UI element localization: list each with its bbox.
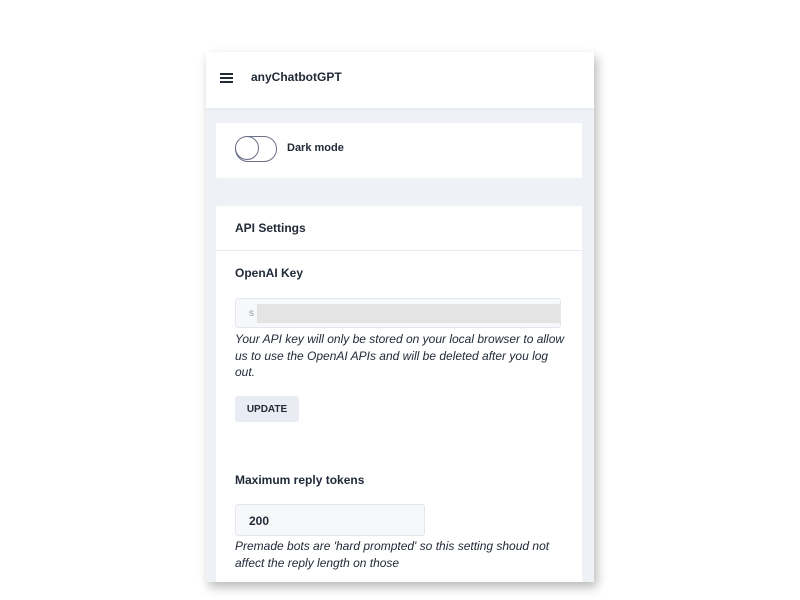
app-window: anyChatbotGPT Dark mode API Settings Ope… <box>206 52 594 582</box>
api-settings-header: API Settings <box>216 206 582 251</box>
hamburger-menu-icon[interactable] <box>220 72 234 84</box>
redacted-key-mask <box>257 304 560 323</box>
update-button[interactable]: UPDATE <box>235 396 299 422</box>
max-tokens-input[interactable]: 200 <box>235 504 425 536</box>
dark-mode-toggle[interactable] <box>235 136 277 162</box>
openai-key-help-text: Your API key will only be stored on your… <box>235 332 565 379</box>
menu-line <box>220 81 233 83</box>
openai-key-input[interactable]: s <box>235 298 561 328</box>
app-title: anyChatbotGPT <box>251 70 342 84</box>
api-settings-title: API Settings <box>235 221 306 235</box>
toggle-knob <box>235 136 259 160</box>
max-tokens-value: 200 <box>249 514 270 528</box>
openai-key-label: OpenAI Key <box>235 266 304 280</box>
max-tokens-help-text: Premade bots are 'hard prompted' so this… <box>235 539 550 570</box>
dark-mode-card: Dark mode <box>216 123 582 178</box>
menu-line <box>220 73 233 75</box>
top-bar: anyChatbotGPT <box>206 52 594 108</box>
api-settings-card: API Settings OpenAI Key s Your API key w… <box>216 206 582 582</box>
max-tokens-label: Maximum reply tokens <box>235 473 365 487</box>
dark-mode-label: Dark mode <box>287 142 344 154</box>
menu-line <box>220 77 233 79</box>
openai-key-visible-text: s <box>249 308 254 319</box>
